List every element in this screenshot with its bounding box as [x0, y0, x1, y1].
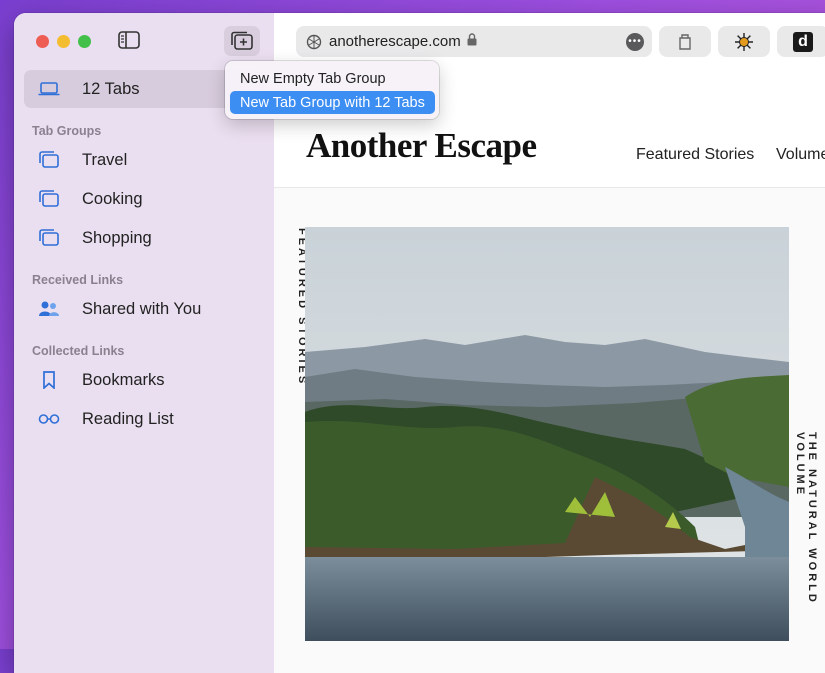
sidebar-item-label: Shopping — [82, 228, 152, 247]
minimize-window-button[interactable] — [57, 35, 70, 48]
sidebar-item-label: Travel — [82, 150, 128, 169]
sidebar-item-label: Cooking — [82, 189, 143, 208]
sidebar-item-label: Shared with You — [82, 299, 202, 318]
web-content: Another Escape Featured Stories Volume F… — [274, 69, 825, 673]
sidebar-item-cooking[interactable]: Cooking — [24, 180, 264, 218]
nav-volume[interactable]: Volume — [776, 146, 825, 164]
close-window-button[interactable] — [36, 35, 49, 48]
tab-group-icon — [38, 190, 66, 208]
section-title-received-links: Received Links — [32, 273, 124, 287]
new-tab-group-icon — [231, 31, 253, 50]
sidebar-item-label: Bookmarks — [82, 370, 165, 389]
menu-item-new-tab-group-with-tabs[interactable]: New Tab Group with 12 Tabs — [230, 91, 435, 114]
new-tab-group-menu: New Empty Tab Group New Tab Group with 1… — [225, 61, 439, 119]
menu-item-new-empty-tab-group[interactable]: New Empty Tab Group — [230, 67, 435, 90]
new-tab-group-button[interactable] — [224, 26, 260, 56]
sidebar-toggle-button[interactable] — [118, 31, 142, 51]
sidebar-item-bookmarks[interactable]: Bookmarks — [24, 361, 264, 399]
sidebar-icon — [118, 31, 140, 49]
nav-featured-stories[interactable]: Featured Stories — [636, 146, 754, 164]
sun-icon — [735, 32, 753, 51]
lock-icon — [467, 33, 477, 50]
sidebar-item-shopping[interactable]: Shopping — [24, 219, 264, 257]
sidebar-item-shared-with-you[interactable]: Shared with You — [24, 290, 264, 328]
extension-button-d[interactable]: d — [777, 26, 825, 57]
sidebar-item-reading-list[interactable]: Reading List — [24, 400, 264, 438]
section-title-collected-links: Collected Links — [32, 344, 125, 358]
zoom-window-button[interactable] — [78, 35, 91, 48]
tab-icon — [679, 33, 691, 50]
extension-button-tab[interactable] — [659, 26, 711, 57]
sidebar-item-travel[interactable]: Travel — [24, 141, 264, 179]
sidebar-item-label: 12 Tabs — [82, 79, 140, 98]
site-logo[interactable]: Another Escape — [306, 126, 537, 166]
address-bar[interactable]: anotherescape.com ••• — [296, 26, 652, 57]
shared-with-you-icon — [38, 300, 66, 318]
page-body: FEATURED STORIES THE NATURAL WORLD VOLUM… — [274, 188, 825, 673]
sidebar-item-label: Reading List — [82, 409, 174, 428]
laptop-icon — [38, 82, 66, 96]
extension-button-sun[interactable] — [718, 26, 770, 57]
tab-group-icon — [38, 151, 66, 169]
url-text: anotherescape.com — [329, 33, 461, 50]
reading-list-icon — [38, 412, 66, 426]
hero-image[interactable] — [305, 227, 789, 641]
more-options-icon[interactable]: ••• — [626, 33, 644, 51]
privacy-shield-icon — [306, 34, 322, 50]
d-icon: d — [793, 31, 813, 52]
natural-world-volume-label: THE NATURAL WORLD VOLUME — [794, 432, 818, 605]
section-title-tab-groups: Tab Groups — [32, 124, 102, 138]
bookmark-icon — [38, 371, 66, 389]
tab-group-icon — [38, 229, 66, 247]
